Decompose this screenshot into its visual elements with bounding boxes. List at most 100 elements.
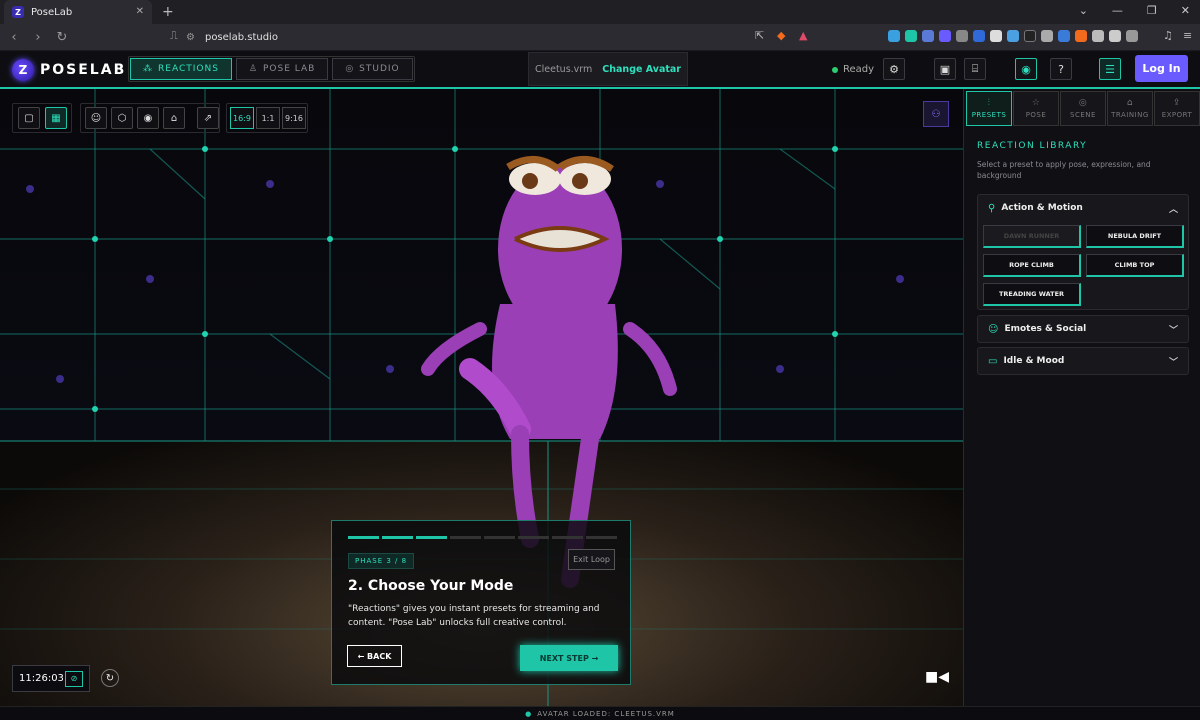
extension-icon[interactable] (922, 30, 934, 42)
mode-pose-lab-tab[interactable]: ♙ POSE LAB (235, 58, 329, 80)
logo-text: POSELAB (40, 62, 127, 78)
popout-button[interactable]: ⇗ (197, 107, 219, 129)
address-bar-row: ‹ › ↻ ⎍ ⚙ poselab.studio ⇱ ◆ ▲ ♫ ≡ (0, 24, 1200, 51)
back-button[interactable]: ← BACK (347, 645, 402, 667)
panel-toggle-button[interactable]: ☰ (1099, 58, 1121, 80)
brave-rewards-icon[interactable]: ▲ (799, 29, 807, 42)
extension-icon[interactable] (1007, 30, 1019, 42)
mode-switcher: ⁂ REACTIONS ♙ POSE LAB ◎ STUDIO (128, 56, 415, 82)
tab-export[interactable]: ⇪ EXPORT (1154, 91, 1200, 126)
grid-quad-button[interactable]: ▦ (45, 107, 67, 129)
upload-icon: ⇪ (1172, 98, 1182, 108)
auto-rotate-button[interactable]: ↻ (101, 669, 119, 687)
gear-icon: ⚙ (889, 62, 899, 76)
3d-viewport[interactable]: ▢ ▦ ☺ ⬡ ◉ ⌂ ⇗ 16:9 1:1 9:16 ⚇ PHASE 3 / … (0, 89, 963, 706)
extension-icon[interactable] (1075, 30, 1087, 42)
poselab-logo-mark-icon: Z (12, 59, 34, 81)
preset-treading-water[interactable]: TREADING WATER (983, 283, 1081, 306)
dropdown-icon[interactable]: ⌄ (1079, 4, 1088, 17)
browser-tab[interactable]: Z PoseLab ✕ (4, 0, 152, 24)
record-camera-icon[interactable]: ■◀ (925, 669, 949, 685)
extension-icon[interactable] (905, 30, 917, 42)
onboarding-card: PHASE 3 / 8 Exit Loop 2. Choose Your Mod… (331, 520, 631, 685)
brave-shield-icon[interactable]: ◆ (777, 29, 785, 42)
reload-icon[interactable]: ↻ (52, 30, 72, 45)
tab-label: SCENE (1070, 111, 1096, 119)
multiplayer-button[interactable]: ⚇ (923, 101, 949, 127)
music-icon[interactable]: ♫ (1163, 29, 1173, 42)
settings-button[interactable]: ⚙ (883, 58, 905, 80)
tab-pose[interactable]: ☆ POSE (1013, 91, 1059, 126)
extension-icon[interactable] (1041, 30, 1053, 42)
object-view-button[interactable]: ⬡ (111, 107, 133, 129)
extension-icon[interactable] (1109, 30, 1121, 42)
tab-scene[interactable]: ◎ SCENE (1060, 91, 1106, 126)
section-emotes-social[interactable]: ☺ Emotes & Social ﹀ (977, 315, 1189, 343)
users-icon: ⚇ (931, 108, 941, 120)
onboarding-description: "Reactions" gives you instant presets fo… (348, 604, 600, 628)
site-info-icon[interactable]: ⚙ (186, 32, 195, 43)
preset-climb-top[interactable]: CLIMB TOP (1086, 254, 1184, 277)
avatar-info: Cleetus.vrm Change Avatar (528, 52, 688, 86)
back-nav-icon[interactable]: ‹ (4, 30, 24, 45)
rotate-icon: ↻ (105, 672, 115, 684)
login-button[interactable]: Log In (1135, 55, 1188, 82)
extension-icon[interactable] (973, 30, 985, 42)
new-tab-button[interactable]: + (162, 4, 174, 20)
extension-icon[interactable] (956, 30, 968, 42)
tab-presets[interactable]: ⫶ PRESETS (966, 91, 1012, 126)
change-avatar-link[interactable]: Change Avatar (602, 64, 681, 75)
grid-single-button[interactable]: ▢ (18, 107, 40, 129)
mode-label: POSE LAB (262, 64, 316, 74)
phase-badge: PHASE 3 / 8 (348, 553, 415, 569)
extension-icon[interactable] (1024, 30, 1036, 42)
section-header[interactable]: ⚲ Action & Motion ︿ (978, 195, 1188, 221)
tab-training[interactable]: ⌂ TRAINING (1107, 91, 1153, 126)
mode-reactions-tab[interactable]: ⁂ REACTIONS (130, 58, 232, 80)
extension-icon[interactable] (1058, 30, 1070, 42)
next-step-button[interactable]: NEXT STEP → (520, 645, 618, 671)
close-window-icon[interactable]: ✕ (1181, 4, 1190, 17)
aspect-9-16-button[interactable]: 9:16 (282, 107, 306, 129)
bookmark-icon[interactable]: ⎍ (170, 29, 178, 43)
exit-loop-button[interactable]: Exit Loop (568, 549, 615, 570)
save-button[interactable]: ▣ (934, 58, 956, 80)
minimize-icon[interactable]: — (1112, 4, 1123, 17)
open-folder-button[interactable]: ⌸ (964, 58, 986, 80)
clock-widget: 11:26:03 ⊘ (12, 665, 90, 692)
close-tab-icon[interactable]: ✕ (136, 6, 144, 17)
smile-icon: ☺ (988, 323, 999, 335)
section-header[interactable]: ▭ Idle & Mood ﹀ (978, 348, 1188, 374)
menu-icon[interactable]: ≡ (1183, 29, 1192, 42)
maximize-icon[interactable]: ❐ (1147, 4, 1157, 17)
preset-dawn-runner[interactable]: DAWN RUNNER (983, 225, 1081, 248)
preset-nebula-drift[interactable]: NEBULA DRIFT (1086, 225, 1184, 248)
progress-segment (450, 536, 481, 539)
avatar-view-button[interactable]: ☺ (85, 107, 107, 129)
poselab-favicon-icon: Z (12, 6, 24, 18)
chevron-up-icon: ︿ (1168, 204, 1178, 215)
avatar-model[interactable] (421, 156, 677, 588)
preset-rope-climb[interactable]: ROPE CLIMB (983, 254, 1081, 277)
extension-icon[interactable] (888, 30, 900, 42)
extension-icon[interactable] (939, 30, 951, 42)
help-button[interactable]: ? (1050, 58, 1072, 80)
visibility-button[interactable]: ◉ (137, 107, 159, 129)
user-icon: ☺ (90, 112, 102, 124)
forward-nav-icon[interactable]: › (28, 30, 48, 45)
aspect-16-9-button[interactable]: 16:9 (230, 107, 254, 129)
broadcast-button[interactable]: ◉ (1015, 58, 1037, 80)
clock-time: 11:26:03 (19, 673, 64, 684)
extension-icon[interactable] (1092, 30, 1104, 42)
section-header[interactable]: ☺ Emotes & Social ﹀ (978, 316, 1188, 342)
mode-studio-tab[interactable]: ◎ STUDIO (332, 58, 413, 80)
extension-icon[interactable] (990, 30, 1002, 42)
aspect-1-1-button[interactable]: 1:1 (256, 107, 280, 129)
extension-icon[interactable] (1126, 30, 1138, 42)
poselab-logo[interactable]: Z POSELAB (12, 59, 126, 81)
share-icon[interactable]: ⇱ (755, 29, 764, 42)
hide-eye-icon[interactable]: ⊘ (65, 670, 83, 687)
url-field[interactable]: ⚙ poselab.studio (186, 28, 806, 47)
section-idle-mood[interactable]: ▭ Idle & Mood ﹀ (977, 347, 1189, 375)
home-view-button[interactable]: ⌂ (163, 107, 185, 129)
